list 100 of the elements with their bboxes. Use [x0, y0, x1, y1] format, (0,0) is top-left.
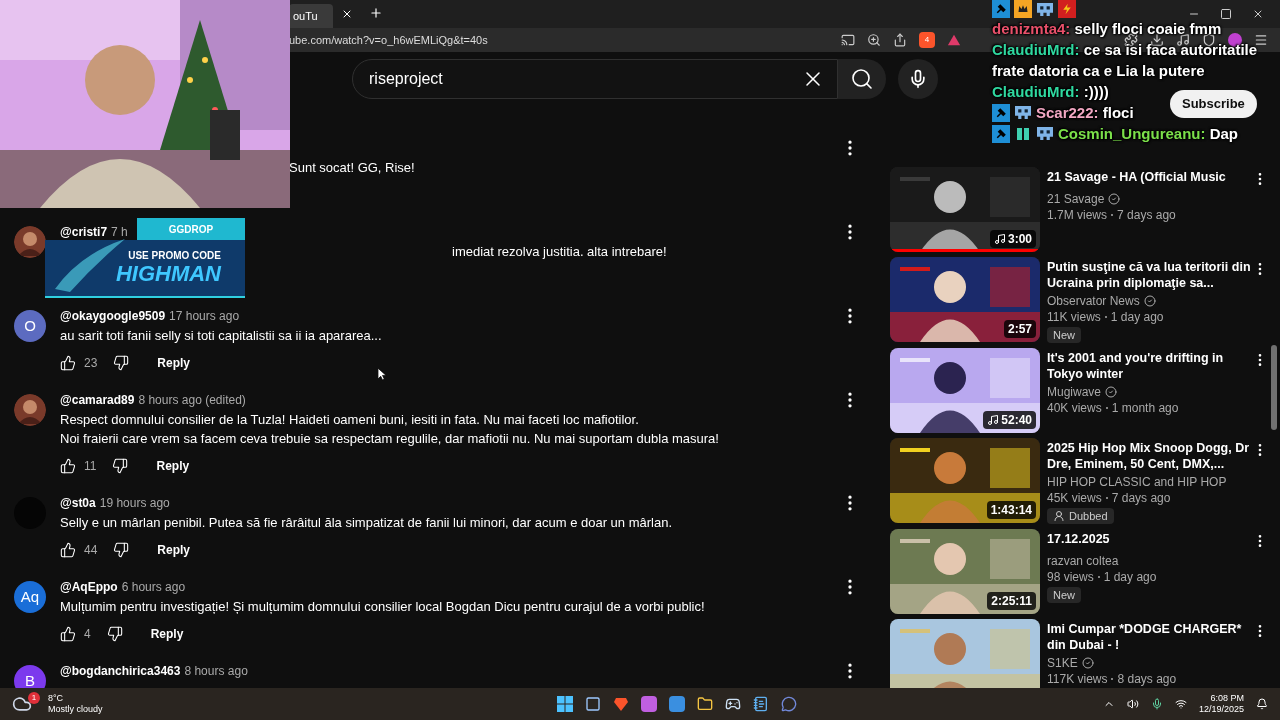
- user-avatar: B: [14, 665, 46, 688]
- comment-author[interactable]: @okaygoogle9509: [60, 307, 166, 325]
- alien-icon: [1037, 2, 1053, 16]
- alert-badge: 1: [28, 692, 40, 704]
- comment-text: au sarit toti fanii selly si toti capitalistii sa ii ia apararea...: [60, 328, 382, 343]
- video-duration: 3:00: [989, 230, 1036, 248]
- maximize-icon[interactable]: [1220, 8, 1232, 20]
- video-title[interactable]: Putin susţine că va lua teritorii din Ucraina prin diplomaţie sa...: [1047, 259, 1252, 291]
- comment-author[interactable]: @camarad89: [60, 391, 135, 409]
- comment-author[interactable]: @AqEppo: [60, 578, 118, 596]
- user-avatar: Aq: [14, 581, 46, 613]
- video-title[interactable]: 17.12.2025: [1047, 531, 1252, 551]
- chat-message: Scar222: floci: [1036, 103, 1134, 123]
- comment-author[interactable]: @cristi7: [60, 223, 108, 241]
- channel-name[interactable]: HIP HOP CLASSIC and HIP HOP: [1047, 474, 1227, 490]
- like-icon[interactable]: [60, 542, 76, 558]
- dislike-icon[interactable]: [113, 355, 130, 371]
- like-icon[interactable]: [60, 626, 76, 642]
- verified-icon: [1105, 386, 1118, 398]
- new-tab-icon[interactable]: [369, 6, 383, 20]
- view-count: 117K views: [1047, 671, 1108, 687]
- network-icon[interactable]: [1174, 698, 1187, 710]
- verified-icon: [1143, 295, 1156, 307]
- comment-time: 6 hours ago: [121, 579, 186, 596]
- hammer-icon: [992, 124, 1010, 143]
- app-icon[interactable]: [641, 696, 658, 712]
- chat-message: ClaudiuMrd: :)))): [992, 83, 1109, 100]
- app-icon[interactable]: [669, 696, 686, 712]
- person-icon: [1053, 510, 1065, 522]
- promo-text: USE PROMO CODE: [128, 249, 221, 263]
- video-title[interactable]: It's 2001 and you're drifting in Tokyo winter: [1047, 350, 1252, 382]
- triangle-icon[interactable]: [947, 33, 961, 47]
- video-title[interactable]: 2025 Hip Hop Mix Snoop Dogg, Dr Dre, Eminem, 50 Cent, DMX,...: [1047, 440, 1252, 472]
- like-icon[interactable]: [60, 355, 76, 371]
- comment-author[interactable]: @bogdanchirica3463: [60, 662, 181, 680]
- channel-name[interactable]: razvan coltea: [1047, 553, 1119, 569]
- search-button[interactable]: [838, 58, 886, 99]
- brand-label: GGDROP: [137, 218, 245, 240]
- share-icon[interactable]: [893, 33, 907, 47]
- channel-name[interactable]: Observator News: [1047, 293, 1140, 309]
- close-icon[interactable]: [1252, 8, 1264, 20]
- zoom-icon[interactable]: [867, 33, 881, 47]
- alien-icon: [1037, 127, 1053, 140]
- reply-button[interactable]: Reply: [148, 453, 198, 479]
- upload-age: 1 day ago: [1110, 309, 1164, 325]
- dislike-icon[interactable]: [112, 458, 129, 474]
- browser-tab[interactable]: ouTu: [289, 4, 333, 28]
- music-icon: [993, 233, 1006, 245]
- reply-button[interactable]: Reply: [149, 537, 199, 563]
- hammer-icon: [992, 103, 1010, 122]
- comment-time: 17 hours ago: [169, 308, 240, 325]
- weather-text: Mostly cloudy: [48, 704, 103, 715]
- clock-time: 6:08 PM: [1210, 693, 1244, 704]
- mic-button[interactable]: [898, 58, 938, 99]
- notification-icon[interactable]: [1256, 698, 1268, 710]
- comment-text: Sunt socat! GG, Rise!: [289, 160, 415, 175]
- verified-icon: [1108, 193, 1121, 205]
- hammer-icon: [992, 0, 1010, 18]
- video-title[interactable]: Imi Cumpar *DODGE CHARGER* din Dubai - !: [1047, 621, 1252, 653]
- upload-age: 7 days ago: [1117, 207, 1176, 223]
- music-icon: [987, 414, 1000, 426]
- weather-icon[interactable]: [12, 694, 32, 714]
- promo-code: HIGHMAN: [115, 262, 221, 286]
- cast-icon[interactable]: [841, 33, 855, 47]
- search-icon: [850, 66, 874, 91]
- verified-icon: [1081, 657, 1094, 669]
- bolt-icon: [1058, 0, 1076, 18]
- close-icon[interactable]: [341, 8, 353, 20]
- comment-time: 19 hours ago: [99, 495, 170, 512]
- search-field[interactable]: riseproject: [352, 58, 838, 99]
- reply-button[interactable]: Reply: [142, 621, 192, 647]
- gamepad-icon[interactable]: [725, 696, 742, 712]
- dislike-icon[interactable]: [113, 542, 130, 558]
- upload-age: 1 day ago: [1103, 569, 1157, 585]
- mic-icon: [908, 68, 928, 89]
- subscribe-button[interactable]: Subscribe: [1170, 90, 1257, 118]
- new-label: New: [1047, 587, 1081, 603]
- speaker-icon[interactable]: [1126, 698, 1139, 710]
- cursor-icon: [378, 368, 387, 381]
- like-icon[interactable]: [60, 458, 76, 474]
- address-bar[interactable]: ube.com/watch?v=o_h6wEMLiQg&t=40s: [289, 31, 829, 49]
- view-count: 40K views: [1047, 400, 1102, 416]
- folder-icon[interactable]: [697, 696, 714, 712]
- channel-name[interactable]: Mugiwave: [1047, 384, 1102, 400]
- notepad-icon[interactable]: [753, 696, 770, 712]
- video-title[interactable]: 21 Savage - HA (Official Music: [1047, 169, 1252, 189]
- user-avatar: O: [14, 310, 46, 342]
- comment-author[interactable]: @st0a: [60, 494, 96, 512]
- reply-button[interactable]: Reply: [149, 350, 199, 376]
- chat-bubble-icon[interactable]: [781, 696, 798, 712]
- channel-name[interactable]: 21 Savage: [1047, 191, 1105, 207]
- windows-icon[interactable]: [557, 696, 574, 712]
- task-view-icon[interactable]: [585, 696, 602, 712]
- new-label: New: [1047, 327, 1081, 343]
- dislike-icon[interactable]: [106, 626, 123, 642]
- channel-name[interactable]: S1KE: [1047, 655, 1078, 671]
- comment-text: Mulțumim pentru investigație! Și mulțumim domnului consilier local Bogdan Dicu pentru curajul de a vorbi public!: [60, 599, 705, 614]
- temperature: 8°C: [48, 693, 65, 704]
- mic-icon[interactable]: [1150, 698, 1163, 710]
- comment-time: 7 h: [111, 224, 128, 241]
